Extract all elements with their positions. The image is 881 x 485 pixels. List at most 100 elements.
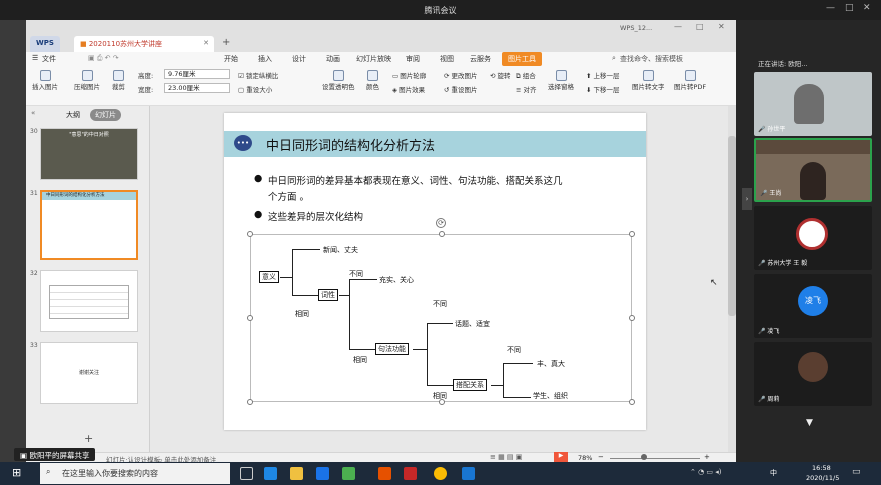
tab-review[interactable]: 审阅 [406, 54, 420, 64]
windows-start-icon[interactable]: ⊞ [12, 466, 21, 479]
explorer-icon[interactable] [290, 467, 303, 480]
selection-pane-button[interactable]: 选择窗格 [548, 70, 574, 91]
participant-tile[interactable]: 凌飞 🎤 凌飞 [754, 274, 872, 338]
send-backward-button[interactable]: ⬇ 下移一层 [586, 84, 620, 94]
participant-tile[interactable]: 🎤 周莉 [754, 342, 872, 406]
transparent-color-button[interactable]: 设置透明色 [322, 70, 355, 91]
zoom-slider-knob[interactable] [641, 454, 647, 460]
taskbar-search-input[interactable]: ⌕ 在这里输入你要搜索的内容 [40, 463, 230, 484]
change-picture-button[interactable]: ⟳ 更改图片 [444, 70, 478, 80]
rotate-handle-icon[interactable]: ⟳ [436, 218, 446, 228]
file-menu[interactable]: 文件 [42, 54, 56, 64]
office-icon[interactable] [378, 467, 391, 480]
tab-animation[interactable]: 动画 [326, 54, 340, 64]
thumb-title: 谢谢关注 [78, 370, 99, 376]
wps-home-tab[interactable]: WPS [30, 36, 60, 53]
pic-to-pdf-button[interactable]: 图片转PDF [674, 70, 706, 91]
maximize-icon[interactable]: □ [845, 3, 854, 13]
connector [349, 279, 377, 280]
play-slideshow-icon[interactable]: ▶ [554, 452, 568, 462]
participant-tile[interactable]: 🎤 苏州大学 王 毅 [754, 206, 872, 270]
reset-size-button[interactable]: ▢ 重设大小 [238, 84, 272, 94]
view-buttons[interactable]: ≡ ▦ ▤ ▣ [490, 453, 522, 461]
tab-slides[interactable]: 幻灯片 [90, 109, 121, 121]
resize-handle[interactable] [247, 315, 253, 321]
outline-button[interactable]: ▭ 图片轮廓 [392, 70, 426, 80]
diagram-picture[interactable]: ⟳ 意义 新闻、丈夫 不同 相同 词性 充实、关心 不同 相同 句法功能 话题、… [247, 218, 635, 405]
participant-tile[interactable]: 🎤 孙世平 [754, 72, 872, 136]
width-input[interactable]: 23.00厘米 [164, 83, 230, 93]
tab-close-icon[interactable]: ✕ [203, 39, 209, 47]
thumbnail-slide-31[interactable]: 中日同形词的结构化分析方法 [40, 190, 138, 260]
app-icon[interactable] [342, 467, 355, 480]
zoom-out-icon[interactable]: − [598, 453, 604, 461]
save-icon[interactable]: ▣ ⎙ ↶ ↷ [88, 54, 119, 63]
store-icon[interactable] [316, 467, 329, 480]
zoom-in-icon[interactable]: + [704, 453, 710, 461]
tab-insert[interactable]: 插入 [258, 54, 272, 64]
scroll-down-icon[interactable]: ▼ [806, 418, 813, 428]
search-icon[interactable]: ⌕ [612, 54, 616, 63]
picture-tools-ribbon: 插入图片 压缩图片 裁剪 高度: 9.76厘米 宽度: 23.00厘米 ☑ 锁定… [26, 66, 736, 106]
hamburger-icon[interactable]: ☰ [32, 54, 38, 62]
connector [427, 323, 428, 385]
tencent-meeting-icon[interactable] [462, 467, 475, 480]
minimize-icon[interactable]: — [826, 3, 835, 13]
wps-minimize-icon[interactable]: — [674, 22, 682, 31]
command-search[interactable]: 查找命令、搜索模板 [620, 54, 683, 64]
chrome-icon[interactable] [434, 467, 447, 480]
resize-handle[interactable] [629, 315, 635, 321]
new-tab-icon[interactable]: + [216, 36, 236, 53]
scrollbar-thumb[interactable] [728, 136, 736, 316]
notification-icon[interactable]: ▭ [852, 467, 861, 477]
wps-close-icon[interactable]: ✕ [718, 22, 725, 31]
resize-handle[interactable] [247, 399, 253, 405]
tab-slideshow[interactable]: 幻灯片放映 [356, 54, 391, 64]
wps-window: WPS ■ 2020110苏州大学讲座 ✕ + WPS_12... — □ ✕ … [26, 20, 736, 464]
effect-button[interactable]: ◈ 图片效果 [392, 84, 425, 94]
thumbnail-slide-30[interactable]: "意思"的中日对照 [40, 128, 138, 180]
tab-design[interactable]: 设计 [292, 54, 306, 64]
collapse-panel-icon[interactable]: « [31, 109, 35, 117]
resize-handle[interactable] [629, 399, 635, 405]
participant-tile-active[interactable]: 🎤 王尚 [754, 138, 872, 202]
pic-to-text-button[interactable]: 图片转文字 [632, 70, 665, 91]
thumbnail-slide-33[interactable]: 谢谢关注 [40, 342, 138, 404]
wps-maximize-icon[interactable]: □ [696, 22, 704, 31]
document-tab[interactable]: ■ 2020110苏州大学讲座 ✕ [74, 36, 214, 53]
tab-home[interactable]: 开始 [224, 54, 238, 64]
resize-handle[interactable] [439, 231, 445, 237]
rotate-button[interactable]: ⟲ 旋转 [490, 70, 511, 80]
tab-cloud[interactable]: 云服务 [470, 54, 491, 64]
vertical-scrollbar[interactable] [728, 106, 736, 452]
task-view-icon[interactable] [240, 467, 253, 480]
status-bar: ▭ 单击此处添加备注 幻灯片·认设计模板 ≡ ▦ ▤ ▣ ▶ 78% − + [26, 452, 736, 464]
bring-forward-button[interactable]: ⬆ 上移一层 [586, 70, 620, 80]
reset-picture-button[interactable]: ↺ 重设图片 [444, 84, 478, 94]
crop-button[interactable]: 裁剪 [112, 70, 125, 91]
connector [349, 349, 375, 350]
edge-icon[interactable] [264, 467, 277, 480]
wps-icon[interactable] [404, 467, 417, 480]
resize-handle[interactable] [629, 231, 635, 237]
compress-button[interactable]: 压缩图片 [74, 70, 100, 91]
tab-outline[interactable]: 大纲 [66, 110, 80, 120]
close-icon[interactable]: ✕ [863, 3, 871, 13]
align-button[interactable]: ≡ 对齐 [516, 84, 537, 94]
tab-view[interactable]: 视图 [440, 54, 454, 64]
height-input[interactable]: 9.76厘米 [164, 69, 230, 79]
crop-icon [113, 70, 124, 81]
color-button[interactable]: 颜色 [366, 70, 379, 91]
lock-ratio-checkbox[interactable]: ☑ 锁定纵横比 [238, 70, 278, 80]
add-slide-icon[interactable]: + [84, 432, 93, 445]
combine-button[interactable]: ⧉ 组合 [516, 70, 536, 81]
resize-handle[interactable] [247, 231, 253, 237]
thumbnail-slide-32[interactable] [40, 270, 138, 332]
insert-picture-button[interactable]: 插入图片 [32, 70, 58, 91]
ime-indicator[interactable]: 中 [770, 468, 777, 478]
tab-picture-tools[interactable]: 图片工具 [502, 52, 542, 66]
tray-icons[interactable]: ⌃ ◔ ▭ ◂) [690, 468, 722, 476]
collapse-arrow-icon[interactable]: › [742, 188, 752, 210]
zoom-slider[interactable] [610, 458, 700, 459]
participant-name: 🎤 孙世平 [758, 126, 786, 133]
